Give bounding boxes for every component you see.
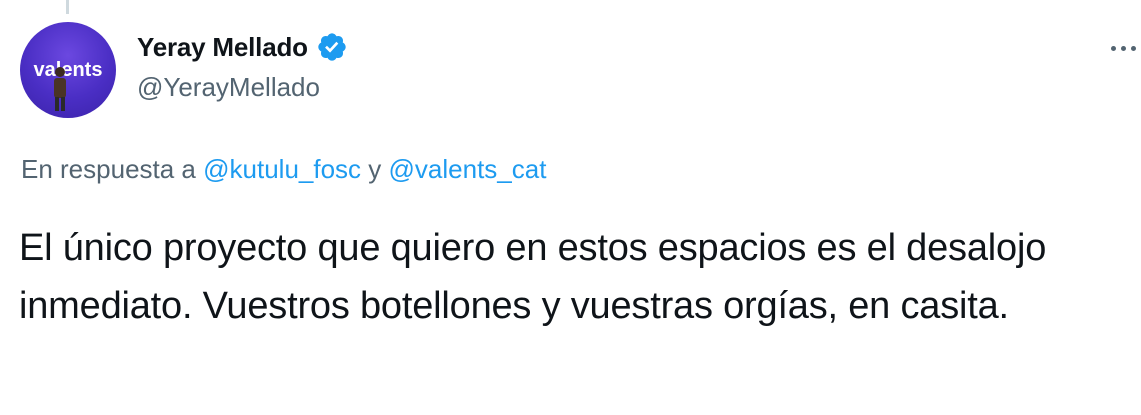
more-dot — [1131, 45, 1136, 51]
avatar-image: valents — [34, 59, 103, 111]
more-options-icon[interactable] — [1111, 40, 1141, 56]
thread-connector-line — [66, 0, 69, 14]
tweet-text: El único proyecto que quiero en estos es… — [19, 227, 1047, 327]
author-display-name[interactable]: Yeray Mellado — [137, 32, 308, 63]
name-row: Yeray Mellado — [137, 30, 348, 64]
more-dot — [1111, 45, 1116, 51]
avatar[interactable]: valents — [20, 22, 116, 118]
reply-prefix: En respuesta a — [21, 154, 196, 184]
author-handle[interactable]: @YerayMellado — [137, 72, 348, 103]
verified-badge-icon — [316, 31, 348, 63]
avatar-logo-text: valents — [34, 59, 103, 81]
author-block: Yeray Mellado @YerayMellado — [137, 30, 348, 103]
more-dot — [1121, 45, 1126, 51]
mention-link-valents[interactable]: @valents_cat — [389, 154, 547, 184]
reply-conjunction: y — [368, 154, 382, 184]
mention-link-kutulu[interactable]: @kutulu_fosc — [203, 154, 361, 184]
reply-context: En respuesta a @kutulu_fosc y @valents_c… — [21, 154, 546, 185]
